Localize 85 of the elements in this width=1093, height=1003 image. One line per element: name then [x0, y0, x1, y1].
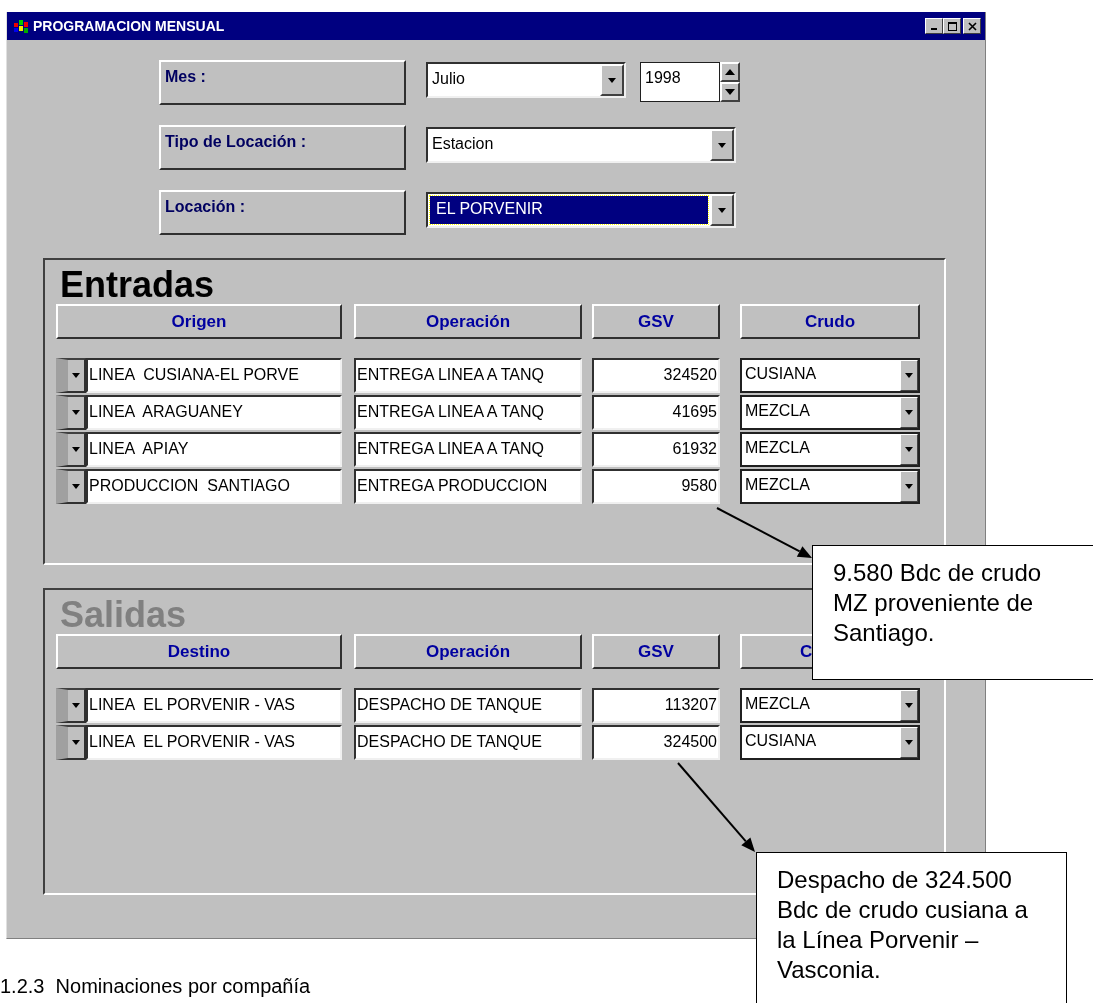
- dropdown-button[interactable]: [710, 129, 734, 161]
- callout-note: Despacho de 324.500 Bdc de crudo cusiana a la Línea Porvenir – Vasconia.: [756, 852, 1067, 1003]
- dropdown-button[interactable]: [900, 360, 918, 391]
- year-field[interactable]: 1998: [640, 62, 720, 102]
- dropdown-button[interactable]: [900, 434, 918, 465]
- spin-up-button[interactable]: [720, 62, 740, 82]
- number-field[interactable]: 324520: [592, 358, 720, 393]
- text-field[interactable]: LINEA CUSIANA-EL PORVE: [86, 358, 342, 393]
- row-dropdown-button[interactable]: [56, 725, 86, 760]
- text-field[interactable]: LINEA EL PORVENIR - VAS: [86, 688, 342, 723]
- up-arrow-icon: [725, 69, 735, 75]
- dropdown-field[interactable]: Estacion: [426, 127, 736, 163]
- caret-icon: [905, 703, 913, 708]
- text-field[interactable]: LINEA EL PORVENIR - VAS: [86, 725, 342, 760]
- caret-icon: [718, 207, 726, 213]
- text-field[interactable]: ENTREGA LINEA A TANQ: [354, 395, 582, 430]
- caret-icon: [905, 447, 913, 452]
- section-heading: 1.2.3 Nominaciones por compañía: [0, 975, 311, 998]
- caret-icon: [905, 410, 913, 415]
- column-header[interactable]: Crudo: [740, 304, 920, 339]
- section-title: Salidas: [59, 596, 187, 634]
- section-title: Entradas: [59, 266, 215, 304]
- text-field[interactable]: LINEA APIAY: [86, 432, 342, 467]
- caret-icon: [72, 484, 80, 489]
- dropdown-button[interactable]: [900, 471, 918, 502]
- text-field[interactable]: DESPACHO DE TANQUE: [354, 688, 582, 723]
- row-dropdown-button[interactable]: [56, 688, 86, 723]
- spin-down-button[interactable]: [720, 82, 740, 102]
- caret-icon: [72, 373, 80, 378]
- callout-note: 9.580 Bdc de crudo MZ proveniente de Santiago.: [812, 545, 1093, 680]
- row-dropdown-button[interactable]: [56, 432, 86, 467]
- caret-icon: [905, 373, 913, 378]
- close-button[interactable]: [963, 18, 981, 34]
- column-header[interactable]: GSV: [592, 304, 720, 339]
- number-field[interactable]: 41695: [592, 395, 720, 430]
- number-field[interactable]: 113207: [592, 688, 720, 723]
- text-field[interactable]: DESPACHO DE TANQUE: [354, 725, 582, 760]
- row-dropdown-button[interactable]: [56, 395, 86, 430]
- dropdown-field[interactable]: CUSIANA: [740, 725, 920, 760]
- dropdown-button[interactable]: [600, 64, 624, 96]
- column-header[interactable]: Operación: [354, 304, 582, 339]
- column-header[interactable]: Destino: [56, 634, 342, 669]
- caret-icon: [72, 740, 80, 745]
- window-title: PROGRAMACION MENSUAL: [33, 18, 226, 34]
- dropdown-field[interactable]: MEZCLA: [740, 395, 920, 430]
- dropdown-button[interactable]: [710, 194, 734, 226]
- text-field[interactable]: ENTREGA LINEA A TANQ: [354, 358, 582, 393]
- text-field[interactable]: ENTREGA LINEA A TANQ: [354, 432, 582, 467]
- caret-icon: [718, 142, 726, 148]
- dropdown-field[interactable]: Julio: [426, 62, 626, 98]
- close-icon: [967, 21, 977, 31]
- number-field[interactable]: 9580: [592, 469, 720, 504]
- text-field[interactable]: LINEA ARAGUANEY: [86, 395, 342, 430]
- minimize-icon: [931, 28, 937, 30]
- field-label: Locación :: [159, 190, 406, 235]
- field-label: Tipo de Locación :: [159, 125, 406, 170]
- text-field[interactable]: ENTREGA PRODUCCION: [354, 469, 582, 504]
- dropdown-button[interactable]: [900, 397, 918, 428]
- dropdown-field[interactable]: EL PORVENIR: [426, 192, 736, 228]
- dropdown-button[interactable]: [900, 727, 918, 758]
- dropdown-field[interactable]: MEZCLA: [740, 432, 920, 467]
- number-field[interactable]: 61932: [592, 432, 720, 467]
- maximize-icon: [947, 21, 957, 31]
- maximize-button[interactable]: [943, 18, 961, 34]
- caret-icon: [72, 447, 80, 452]
- app-icon: [13, 18, 29, 34]
- number-field[interactable]: 324500: [592, 725, 720, 760]
- dropdown-field[interactable]: CUSIANA: [740, 358, 920, 393]
- column-header[interactable]: Origen: [56, 304, 342, 339]
- row-dropdown-button[interactable]: [56, 358, 86, 393]
- field-label: Mes :: [159, 60, 406, 105]
- dropdown-field[interactable]: MEZCLA: [740, 469, 920, 504]
- column-header[interactable]: Operación: [354, 634, 582, 669]
- minimize-button[interactable]: [925, 18, 943, 34]
- caret-icon: [72, 703, 80, 708]
- caret-icon: [72, 410, 80, 415]
- column-header[interactable]: GSV: [592, 634, 720, 669]
- row-dropdown-button[interactable]: [56, 469, 86, 504]
- down-arrow-icon: [725, 89, 735, 95]
- dropdown-button[interactable]: [900, 690, 918, 721]
- dropdown-field[interactable]: MEZCLA: [740, 688, 920, 723]
- caret-icon: [608, 77, 616, 83]
- caret-icon: [905, 740, 913, 745]
- caret-icon: [905, 484, 913, 489]
- text-field[interactable]: PRODUCCION SANTIAGO: [86, 469, 342, 504]
